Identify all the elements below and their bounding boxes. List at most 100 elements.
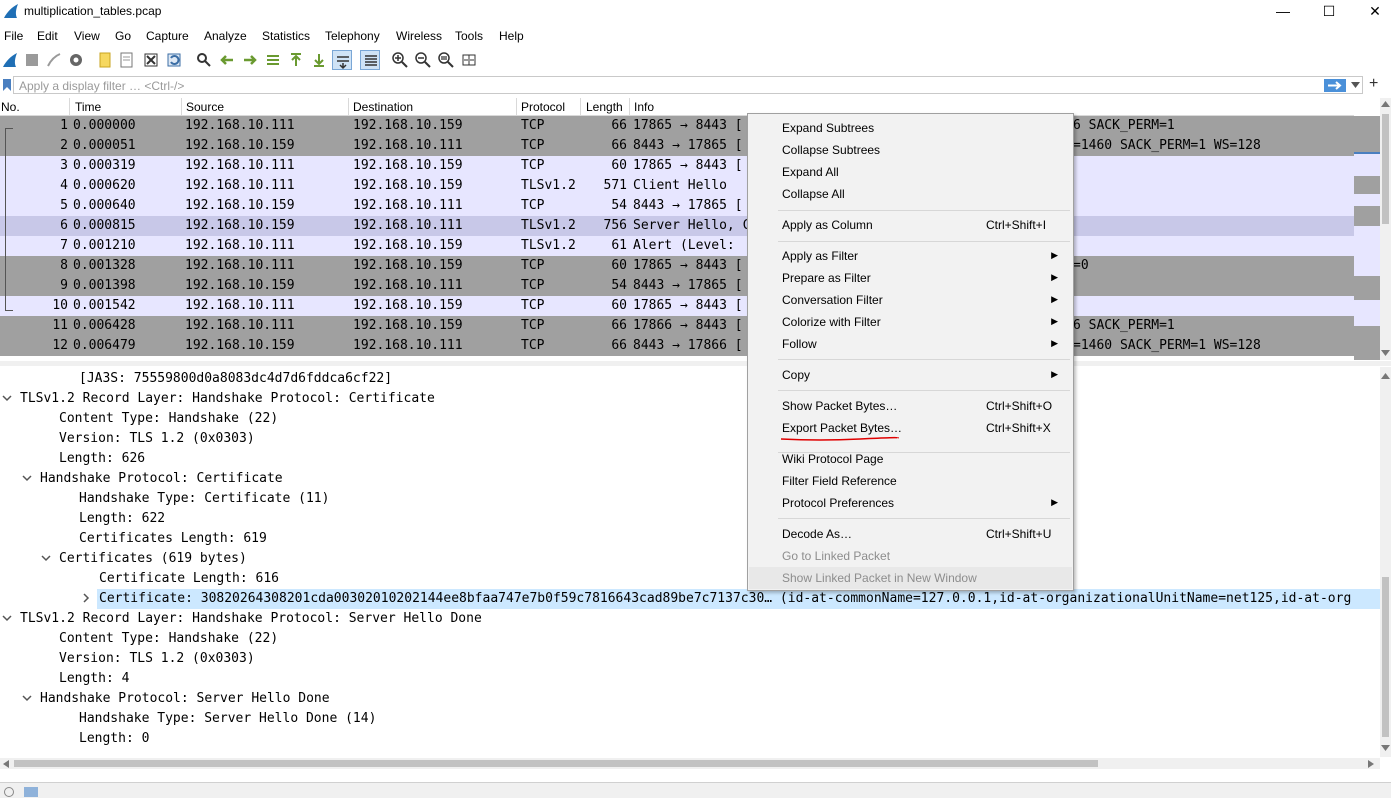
- menu-go[interactable]: Go: [115, 29, 131, 43]
- packet-row[interactable]: 1 0.000000 192.168.10.111 192.168.10.159 TCP…: [0, 116, 1354, 136]
- detail-row[interactable]: Length: 622: [0, 509, 1380, 529]
- detail-row[interactable]: Handshake Protocol: Certificate: [0, 469, 1380, 489]
- zoom-in-icon[interactable]: [390, 50, 410, 70]
- colorize-icon[interactable]: [360, 50, 380, 70]
- menu-edit[interactable]: Edit: [37, 29, 58, 43]
- menu-statistics[interactable]: Statistics: [262, 29, 310, 43]
- menu-analyze[interactable]: Analyze: [204, 29, 247, 43]
- find-packet-icon[interactable]: [194, 50, 214, 70]
- menu-item-apply-as-filter[interactable]: Apply as Filter ▶: [749, 245, 1072, 267]
- pane-splitter[interactable]: [0, 361, 1391, 366]
- detail-row[interactable]: Length: 4: [0, 669, 1380, 689]
- detail-row[interactable]: Version: TLS 1.2 (0x0303): [0, 649, 1380, 669]
- scroll-up-icon[interactable]: [1381, 101, 1390, 107]
- packet-row[interactable]: 7 0.001210 192.168.10.111 192.168.10.159 TLS…: [0, 236, 1354, 256]
- add-filter-button[interactable]: +: [1369, 75, 1378, 93]
- menu-item-colorize-with-filter[interactable]: Colorize with Filter ▶: [749, 311, 1072, 333]
- expert-info-icon[interactable]: [4, 787, 14, 797]
- chevron-right-icon[interactable]: [80, 592, 92, 604]
- close-button[interactable]: ✕: [1352, 0, 1391, 24]
- packet-row[interactable]: 2 0.000051 192.168.10.159 192.168.10.111 TCP…: [0, 136, 1354, 156]
- detail-row[interactable]: Length: 626: [0, 449, 1380, 469]
- packet-row[interactable]: 9 0.001398 192.168.10.159 192.168.10.111 TCP…: [0, 276, 1354, 296]
- start-capture-icon[interactable]: [0, 50, 20, 70]
- chevron-down-icon[interactable]: [1, 392, 13, 404]
- menu-item-decode-as[interactable]: Decode As… Ctrl+Shift+U: [749, 523, 1072, 545]
- display-filter-input[interactable]: Apply a display filter … <Ctrl-/>: [13, 76, 1363, 94]
- menu-item-copy[interactable]: Copy ▶: [749, 364, 1072, 386]
- column-header-destination[interactable]: Destination: [353, 100, 413, 114]
- menu-item-filter-field-reference[interactable]: Filter Field Reference: [749, 470, 1072, 492]
- capture-options-icon[interactable]: [66, 50, 86, 70]
- packet-row[interactable]: 5 0.000640 192.168.10.159 192.168.10.111 TCP…: [0, 196, 1354, 216]
- menu-item-collapse-subtrees[interactable]: Collapse Subtrees: [749, 139, 1072, 161]
- menu-capture[interactable]: Capture: [146, 29, 189, 43]
- detail-row[interactable]: TLSv1.2 Record Layer: Handshake Protocol…: [0, 609, 1380, 629]
- menu-item-prepare-as-filter[interactable]: Prepare as Filter ▶: [749, 267, 1072, 289]
- minimize-button[interactable]: —: [1260, 0, 1306, 24]
- menu-item-conversation-filter[interactable]: Conversation Filter ▶: [749, 289, 1072, 311]
- column-header-length[interactable]: Length: [586, 100, 623, 114]
- column-header-no[interactable]: No.: [1, 100, 20, 114]
- packet-row[interactable]: 6 0.000815 192.168.10.159 192.168.10.111 TLS…: [0, 216, 1354, 236]
- menu-view[interactable]: View: [74, 29, 100, 43]
- column-header-info[interactable]: Info: [634, 100, 654, 114]
- filter-dropdown-icon[interactable]: [1351, 82, 1360, 88]
- scroll-down-icon[interactable]: [1381, 745, 1390, 751]
- save-file-icon[interactable]: [117, 50, 137, 70]
- menu-item-follow[interactable]: Follow ▶: [749, 333, 1072, 355]
- detail-row[interactable]: Length: 0: [0, 729, 1380, 749]
- go-last-packet-icon[interactable]: [309, 50, 329, 70]
- menu-help[interactable]: Help: [499, 29, 524, 43]
- packet-row[interactable]: 10 0.001542 192.168.10.111 192.168.10.159 TC…: [0, 296, 1354, 316]
- detail-row[interactable]: Content Type: Handshake (22): [0, 629, 1380, 649]
- go-back-icon[interactable]: [217, 50, 237, 70]
- go-first-packet-icon[interactable]: [286, 50, 306, 70]
- menu-item-expand-all[interactable]: Expand All: [749, 161, 1072, 183]
- column-header-time[interactable]: Time: [75, 100, 101, 114]
- go-forward-icon[interactable]: [240, 50, 260, 70]
- autoscroll-icon[interactable]: [332, 50, 352, 70]
- menu-item-expand-subtrees[interactable]: Expand Subtrees: [749, 117, 1072, 139]
- packet-row[interactable]: 3 0.000319 192.168.10.111 192.168.10.159 TCP…: [0, 156, 1354, 176]
- menu-item-collapse-all[interactable]: Collapse All: [749, 183, 1072, 205]
- packet-row[interactable]: 8 0.001328 192.168.10.111 192.168.10.159 TCP…: [0, 256, 1354, 276]
- go-to-packet-icon[interactable]: [263, 50, 283, 70]
- detail-row[interactable]: Certificates (619 bytes): [0, 549, 1380, 569]
- menu-item-show-packet-bytes[interactable]: Show Packet Bytes… Ctrl+Shift+O: [749, 395, 1072, 417]
- apply-filter-arrow-icon[interactable]: [1324, 79, 1346, 92]
- column-header-source[interactable]: Source: [186, 100, 224, 114]
- detail-row[interactable]: Handshake Type: Server Hello Done (14): [0, 709, 1380, 729]
- detail-row[interactable]: Content Type: Handshake (22): [0, 409, 1380, 429]
- maximize-button[interactable]: ☐: [1306, 0, 1352, 24]
- scroll-left-icon[interactable]: [3, 760, 9, 768]
- detail-row[interactable]: Version: TLS 1.2 (0x0303): [0, 429, 1380, 449]
- details-hscrollbar[interactable]: [0, 758, 1380, 769]
- detail-row[interactable]: Handshake Protocol: Server Hello Done: [0, 689, 1380, 709]
- detail-row[interactable]: TLSv1.2 Record Layer: Handshake Protocol…: [0, 389, 1380, 409]
- chevron-down-icon[interactable]: [21, 472, 33, 484]
- details-scrollbar[interactable]: [1380, 367, 1391, 757]
- packet-list-scrollbar[interactable]: [1380, 98, 1391, 360]
- scroll-up-icon[interactable]: [1381, 373, 1390, 379]
- detail-row[interactable]: Certificate: 30820264308201cda0030201020…: [0, 589, 1387, 609]
- reload-file-icon[interactable]: [164, 50, 184, 70]
- restart-capture-icon[interactable]: [44, 50, 64, 70]
- chevron-down-icon[interactable]: [40, 552, 52, 564]
- zoom-out-icon[interactable]: [413, 50, 433, 70]
- menu-tools[interactable]: Tools: [455, 29, 483, 43]
- capture-comment-icon[interactable]: [24, 787, 38, 797]
- resize-columns-icon[interactable]: [459, 50, 479, 70]
- scroll-right-icon[interactable]: [1368, 760, 1374, 768]
- bookmark-icon[interactable]: [2, 78, 12, 92]
- stop-capture-icon[interactable]: [22, 50, 42, 70]
- menu-item-protocol-preferences[interactable]: Protocol Preferences ▶: [749, 492, 1072, 514]
- chevron-down-icon[interactable]: [21, 692, 33, 704]
- menu-file[interactable]: File: [4, 29, 23, 43]
- open-file-icon[interactable]: [95, 50, 115, 70]
- normal-size-icon[interactable]: [436, 50, 456, 70]
- detail-row[interactable]: Handshake Type: Certificate (11): [0, 489, 1380, 509]
- menu-telephony[interactable]: Telephony: [325, 29, 380, 43]
- packet-row[interactable]: 12 0.006479 192.168.10.159 192.168.10.111 TC…: [0, 336, 1354, 356]
- packet-minimap[interactable]: [1354, 116, 1380, 360]
